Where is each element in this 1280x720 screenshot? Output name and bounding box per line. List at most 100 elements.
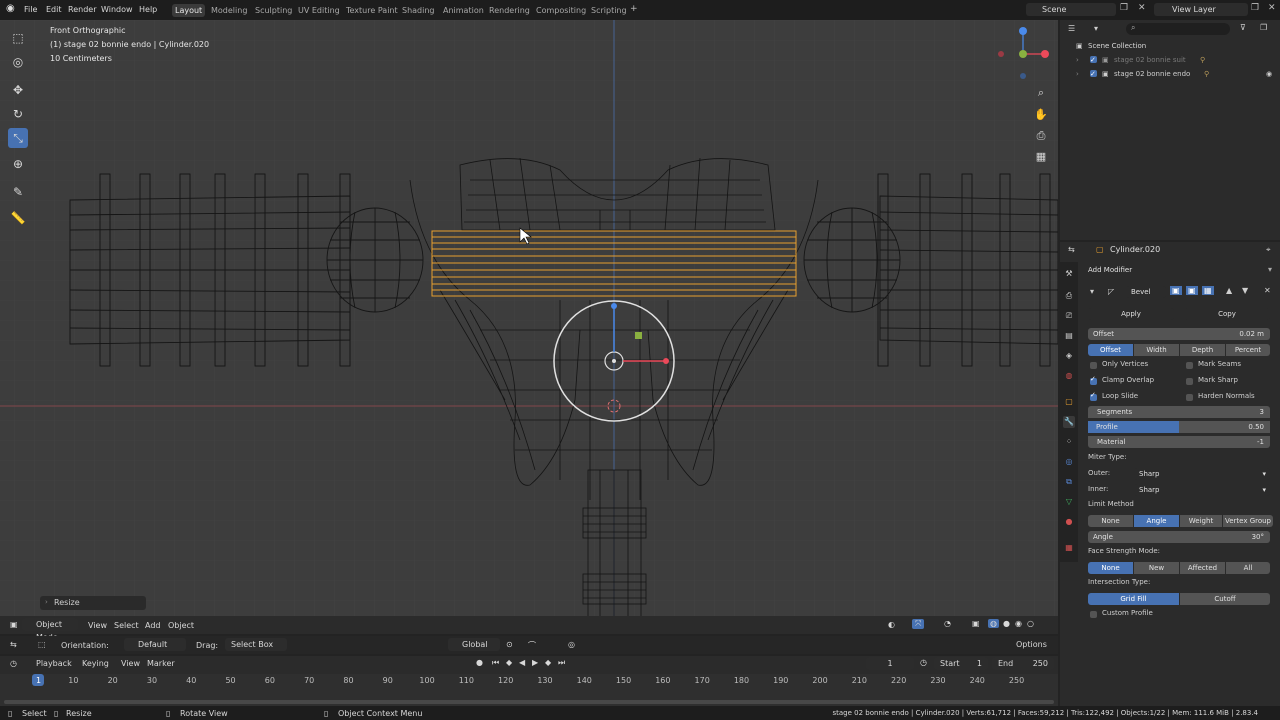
tab-scripting[interactable]: Scripting (588, 4, 630, 17)
viewport-toggle-icon[interactable]: ▣ (1186, 286, 1198, 295)
play-reverse-icon[interactable]: ◀ (519, 658, 525, 667)
inner-miter-dropdown[interactable]: Sharp ▾ (1134, 484, 1270, 496)
mark-sharp-checkbox[interactable] (1186, 378, 1193, 385)
cursor-tool[interactable]: ◎ (8, 52, 28, 72)
blender-logo-icon[interactable]: ◉ (6, 3, 15, 14)
gizmo-toggle-icon[interactable]: ⤧ (912, 619, 925, 629)
particles-tab-icon[interactable]: ⁘ (1063, 436, 1075, 448)
world-tab-icon[interactable]: ◍ (1063, 370, 1075, 382)
pin-icon[interactable]: ⌖ (1266, 245, 1271, 255)
tool-tab-icon[interactable]: ⚒ (1063, 268, 1075, 280)
outliner-search-input[interactable]: ⌕ (1126, 23, 1230, 35)
menu-file[interactable]: File (24, 5, 37, 14)
pan-hand-icon[interactable]: ✋ (1032, 106, 1050, 124)
select-box-tool[interactable]: ⬚ (8, 28, 28, 48)
add-menu[interactable]: Add (145, 621, 161, 630)
apply-button[interactable]: Apply (1088, 308, 1174, 320)
delete-view-layer-icon[interactable]: ✕ (1268, 3, 1276, 13)
new-collection-icon[interactable]: ❐ (1260, 23, 1267, 32)
outliner-item[interactable]: › ▣ stage 02 bonnie endo ⚲ ◉ (1060, 67, 1280, 81)
width-type-percent[interactable]: Percent (1226, 344, 1270, 356)
view-layer-tab-icon[interactable]: ▤ (1063, 330, 1075, 342)
end-frame-field[interactable]: End 250 (992, 657, 1054, 670)
face-strength-new[interactable]: New (1134, 562, 1179, 574)
snap-icon[interactable]: ⌒ (528, 640, 536, 651)
move-tool[interactable]: ✥ (8, 80, 28, 100)
outliner-item[interactable]: › ▣ stage 02 bonnie suit ⚲ (1060, 53, 1280, 67)
outliner-root[interactable]: ▣ Scene Collection (1060, 39, 1280, 53)
remove-modifier-icon[interactable]: ✕ (1264, 286, 1271, 295)
clamp-overlap-checkbox[interactable] (1090, 375, 1097, 385)
tab-animation[interactable]: Animation (440, 4, 487, 17)
face-strength-none[interactable]: None (1088, 562, 1133, 574)
tab-sculpting[interactable]: Sculpting (252, 4, 295, 17)
mode-selector[interactable]: Object Mode (22, 618, 78, 642)
expand-arrow-icon[interactable]: › (1076, 53, 1079, 67)
tab-compositing[interactable]: Compositing (533, 4, 589, 17)
object-menu[interactable]: Object (168, 621, 194, 630)
intersection-grid-fill[interactable]: Grid Fill (1088, 593, 1179, 605)
next-keyframe-icon[interactable]: ◆ (545, 658, 551, 667)
annotate-tool[interactable]: ✎ (8, 182, 28, 202)
active-tool-icon[interactable]: ⬚ (38, 640, 46, 649)
output-tab-icon[interactable]: ⎚ (1063, 310, 1075, 322)
modifier-tab-icon[interactable]: 🔧 (1063, 416, 1075, 428)
proportional-edit-icon[interactable]: ◎ (568, 640, 575, 649)
menu-window[interactable]: Window (101, 5, 133, 14)
scene-selector[interactable]: Scene (1026, 3, 1116, 16)
current-frame-field[interactable]: 1 (866, 657, 914, 670)
rotate-tool[interactable]: ↻ (8, 104, 28, 124)
render-toggle-icon[interactable]: ▦ (1202, 286, 1214, 295)
shading-material-icon[interactable]: ◉ (1015, 619, 1022, 628)
mark-seams-checkbox[interactable] (1186, 362, 1193, 369)
shading-solid-icon[interactable]: ● (1003, 619, 1010, 628)
width-type-depth[interactable]: Depth (1180, 344, 1225, 356)
object-tab-icon[interactable]: ▢ (1063, 396, 1075, 408)
record-icon[interactable]: ● (476, 658, 483, 667)
menu-render[interactable]: Render (68, 5, 96, 14)
shading-wireframe-icon[interactable]: ◍ (988, 619, 999, 628)
angle-field[interactable]: Angle 30° (1088, 531, 1270, 543)
move-down-icon[interactable]: ▼ (1242, 286, 1248, 295)
expand-arrow-icon[interactable]: › (1076, 67, 1079, 81)
marker-menu[interactable]: Marker (147, 659, 175, 668)
profile-slider[interactable]: Profile 0.50 (1088, 421, 1270, 433)
measure-tool[interactable]: 📏 (8, 208, 28, 228)
ortho-grid-icon[interactable]: ▦ (1032, 148, 1050, 166)
data-tab-icon[interactable]: ▽ (1063, 496, 1075, 508)
select-menu[interactable]: Select (114, 621, 139, 630)
material-tab-icon[interactable]: ● (1063, 516, 1075, 528)
editor-type-icon[interactable]: ▣ (10, 620, 18, 629)
timeline-editor-icon[interactable]: ◷ (10, 659, 17, 668)
editmode-toggle-icon[interactable]: ▣ (1170, 286, 1182, 295)
visibility-icon[interactable]: ◐ (888, 620, 895, 629)
face-strength-affected[interactable]: Affected (1180, 562, 1225, 574)
limit-vertex-group[interactable]: Vertex Group (1223, 515, 1273, 527)
orientation-dropdown[interactable]: Default (124, 638, 186, 651)
limit-weight[interactable]: Weight (1180, 515, 1222, 527)
scene-tab-icon[interactable]: ◈ (1063, 350, 1075, 362)
3d-viewport[interactable]: ⬚ ◎ ✥ ↻ ⤡ ⊕ ✎ 📏 Front Orthographic (1) s… (0, 20, 1058, 634)
loop-slide-checkbox[interactable] (1090, 391, 1097, 401)
view-menu[interactable]: View (121, 659, 140, 668)
filter-icon[interactable]: ⊽ (1240, 23, 1246, 32)
modifier-name-field[interactable]: Bevel (1126, 286, 1166, 298)
view-menu[interactable]: View (88, 621, 107, 630)
tab-rendering[interactable]: Rendering (486, 4, 533, 17)
jump-start-icon[interactable]: ⏮ (492, 658, 499, 668)
camera-icon[interactable]: ⎙ (1032, 127, 1050, 145)
render-tab-icon[interactable]: ⎙ (1063, 290, 1075, 302)
only-vertices-checkbox[interactable] (1090, 362, 1097, 369)
transform-tool[interactable]: ⊕ (8, 154, 28, 174)
width-type-width[interactable]: Width (1134, 344, 1179, 356)
harden-normals-checkbox[interactable] (1186, 394, 1193, 401)
add-modifier-button[interactable]: Add Modifier ▾ (1084, 264, 1276, 276)
eye-icon[interactable]: ◉ (1266, 67, 1272, 81)
xray-toggle-icon[interactable]: ▣ (972, 619, 980, 628)
limit-angle[interactable]: Angle (1134, 515, 1179, 527)
face-strength-all[interactable]: All (1226, 562, 1270, 574)
exclude-checkbox[interactable] (1090, 53, 1097, 67)
material-field[interactable]: Material -1 (1088, 436, 1270, 448)
intersection-cutoff[interactable]: Cutoff (1180, 593, 1270, 605)
options-dropdown[interactable]: Options (1010, 638, 1054, 651)
